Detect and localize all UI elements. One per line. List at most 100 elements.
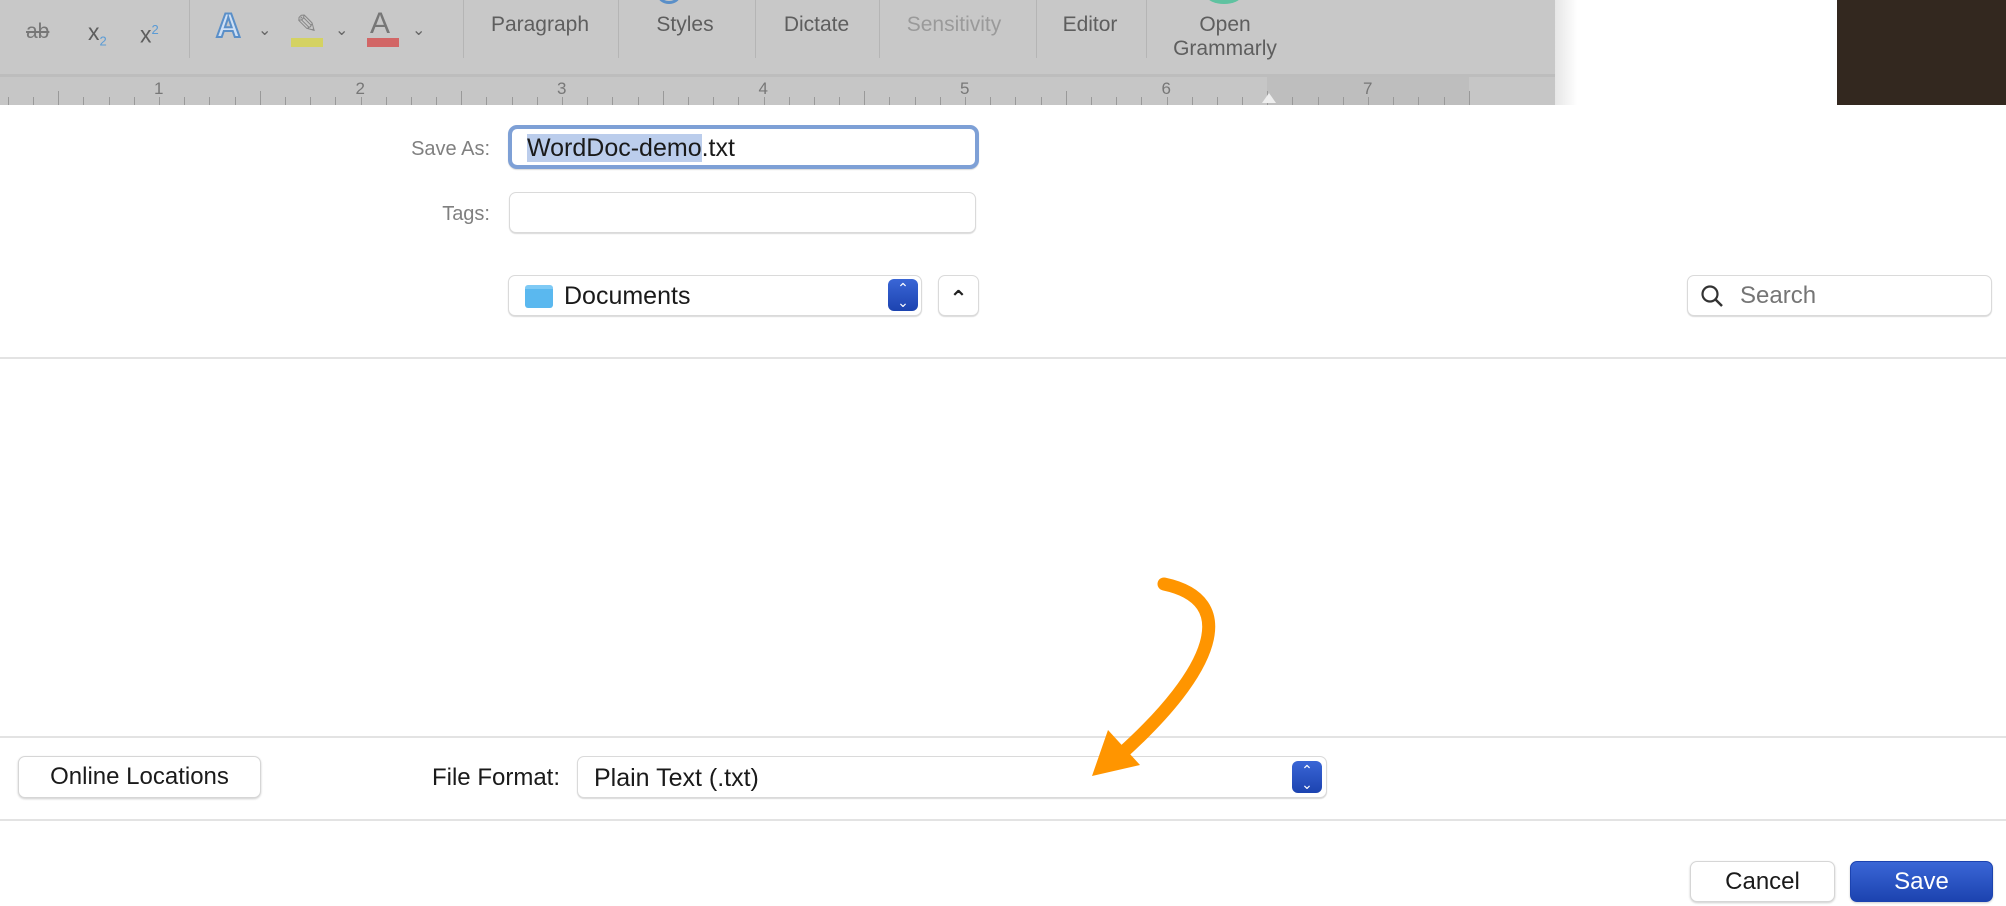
separator [463, 0, 464, 58]
file-format-label: File Format: [431, 764, 560, 791]
ruler-tick [1015, 97, 1017, 105]
font-color-icon[interactable]: A [370, 9, 390, 39]
open-grammarly-button[interactable]: Open Grammarly [1150, 13, 1300, 61]
location-value: Documents [564, 282, 691, 310]
ruler-tick [914, 97, 916, 105]
ruler-tick [1116, 97, 1118, 105]
ruler-tick [436, 97, 438, 105]
ruler-tick [284, 97, 286, 105]
separator [1146, 0, 1147, 58]
ruler-tick [410, 97, 412, 105]
ruler-tick [108, 97, 110, 105]
divider [0, 819, 2006, 821]
separator [189, 0, 190, 58]
ruler-number: 6 [1161, 79, 1171, 98]
chevron-down-icon[interactable]: ⌄ [412, 20, 425, 40]
search-field[interactable] [1687, 275, 1992, 316]
ruler-number: 1 [154, 79, 164, 98]
cancel-button[interactable]: Cancel [1690, 861, 1835, 902]
ruler-tick [1317, 97, 1319, 105]
subscript-x: x [88, 19, 100, 45]
dictate-button[interactable]: Dictate [760, 13, 873, 37]
search-input[interactable] [1740, 282, 1980, 310]
ruler-tick [209, 97, 211, 105]
ruler-number: 5 [960, 79, 970, 98]
editor-button[interactable]: Editor [1040, 13, 1140, 37]
ruler-tick [7, 97, 9, 105]
ruler-tick [184, 97, 186, 105]
ruler-tick [713, 97, 715, 105]
save-as-label: Save As: [411, 138, 490, 160]
ruler-tick [58, 91, 60, 105]
font-color-swatch [367, 38, 399, 47]
separator [1036, 0, 1037, 58]
tags-label: Tags: [442, 203, 490, 225]
up-down-chevron-icon: ⌃ ⌄ [1292, 761, 1322, 793]
ruler-tick [83, 97, 85, 105]
styles-button[interactable]: Styles [625, 13, 745, 37]
indent-marker[interactable] [1262, 93, 1276, 103]
desktop-background [1837, 0, 2006, 105]
grammarly-icon [1207, 0, 1241, 4]
highlight-color-swatch [291, 38, 323, 47]
location-popup[interactable]: Documents ⌃ ⌄ [508, 275, 922, 316]
ruler-number: 2 [355, 79, 365, 98]
tags-input[interactable] [509, 192, 976, 233]
ruler-tick [687, 97, 689, 105]
ruler-tick [839, 97, 841, 105]
ruler-tick [1065, 91, 1067, 105]
ruler-tick [889, 97, 891, 105]
ruler-tick [1443, 97, 1445, 105]
subscript-icon[interactable]: x2 [88, 20, 107, 54]
sensitivity-button: Sensitivity [906, 13, 1002, 36]
paragraph-button[interactable]: Paragraph [470, 13, 610, 37]
ruler-tick [486, 97, 488, 105]
background-window [1555, 0, 1837, 105]
ruler-tick [335, 97, 337, 105]
folder-icon [525, 285, 553, 308]
file-format-popup[interactable]: Plain Text (.txt) ⌃ ⌄ [577, 756, 1327, 798]
ruler-tick [990, 97, 992, 105]
ruler[interactable]: 1 2 3 4 5 6 7 [0, 74, 1555, 105]
ruler-tick [1242, 97, 1244, 105]
highlighter-icon[interactable]: ✎ [296, 11, 318, 37]
ruler-tick [536, 97, 538, 105]
expand-collapse-button[interactable]: ⌃ [938, 275, 979, 316]
save-as-input[interactable]: WordDoc-demo.txt [508, 125, 979, 169]
ruler-number: 3 [557, 79, 567, 98]
strikethrough-icon[interactable]: ab [26, 20, 49, 44]
ruler-tick [1141, 97, 1143, 105]
ruler-tick [133, 97, 135, 105]
ruler-tick [738, 97, 740, 105]
superscript-icon[interactable]: x2 [140, 18, 159, 47]
ruler-tick [813, 97, 815, 105]
ruler-number: 7 [1363, 79, 1373, 98]
separator [618, 0, 619, 58]
superscript-index: 2 [151, 22, 159, 37]
save-as-selected-text: WordDoc-demo [527, 134, 702, 162]
chevron-down-icon[interactable]: ⌄ [335, 20, 348, 40]
ruler-tick [1216, 97, 1218, 105]
chevron-down-icon[interactable]: ⌄ [258, 20, 271, 40]
subscript-index: 2 [99, 33, 107, 49]
ruler-tick [612, 97, 614, 105]
ruler-tick [259, 91, 261, 105]
online-locations-button[interactable]: Online Locations [18, 756, 261, 798]
ruler-tick [587, 97, 589, 105]
ruler-tick [511, 97, 513, 105]
search-icon [1701, 285, 1723, 307]
chevron-up-icon: ⌃ [949, 286, 968, 311]
styles-icon [658, 0, 680, 4]
save-button[interactable]: Save [1850, 861, 1993, 902]
ruler-tick [1191, 97, 1193, 105]
ruler-tick [1342, 97, 1344, 105]
ruler-tick [662, 91, 664, 105]
file-format-value: Plain Text (.txt) [594, 764, 759, 792]
superscript-x: x [140, 21, 152, 48]
ruler-tick [637, 97, 639, 105]
file-browser-area[interactable] [0, 359, 2006, 736]
text-effects-icon[interactable]: A [215, 8, 242, 44]
ruler-number: 4 [758, 79, 768, 98]
word-ribbon-toolbar: ab x2 x2 A ⌄ ✎ ⌄ A ⌄ Paragraph Styles Di… [0, 0, 1555, 74]
ruler-tick [939, 97, 941, 105]
